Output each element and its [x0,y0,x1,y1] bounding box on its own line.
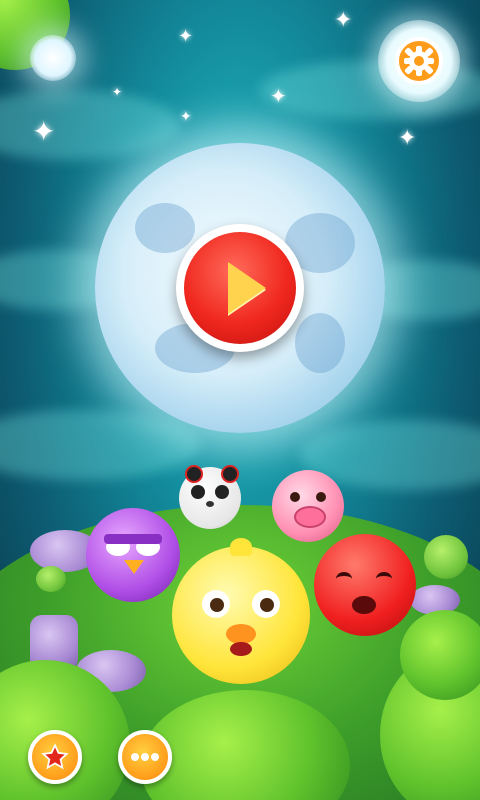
play-button[interactable] [176,224,304,352]
foliage [400,610,480,700]
yellow-chick-character [172,538,310,684]
star-icon: ✦ [180,109,192,125]
cloud [0,90,180,160]
moon-crater [135,203,195,253]
star-icon [32,734,78,780]
settings-button[interactable] [378,20,460,102]
small-moon [30,35,76,81]
gear-icon [395,37,443,85]
panda-character [179,465,241,529]
rate-button[interactable] [28,730,82,784]
play-icon [228,262,266,314]
more-button[interactable] [118,730,172,784]
play-button-face [184,232,296,344]
moon-crater [295,313,345,373]
cactus [36,566,66,592]
star-icon: ✦ [398,126,417,151]
star-icon: ✦ [32,115,56,148]
ellipsis-icon [122,734,168,780]
purple-bird-character [86,508,180,602]
cloud [0,410,200,480]
star-icon: ✦ [178,26,194,47]
star-icon: ✦ [112,85,123,99]
star-icon: ✦ [334,8,353,33]
cactus [424,535,468,579]
red-ball-character [314,534,416,636]
star-icon: ✦ [270,84,287,108]
pig-character [272,470,344,542]
game-background: ✦ ✦ ✦ ✦ ✦ ✦ ✦ [0,0,480,800]
